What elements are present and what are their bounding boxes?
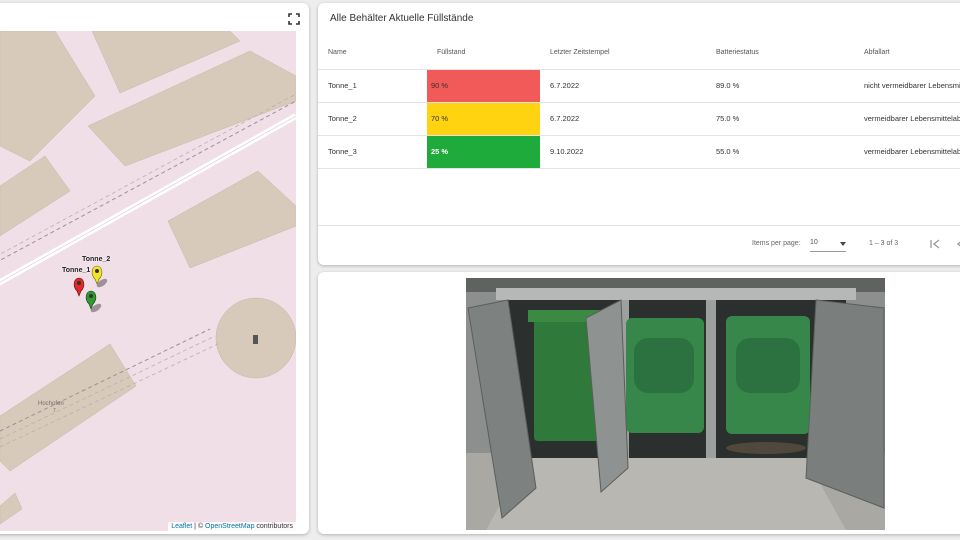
map-marker-tonne-3[interactable] bbox=[82, 290, 112, 320]
table-row[interactable]: Tonne_2 70 % 6.7.2022 75.0 % vermeidbarer Le… bbox=[318, 102, 960, 136]
column-header[interactable]: Name bbox=[318, 37, 427, 70]
marker-label-tonne-2: Tonne_2 bbox=[82, 256, 111, 263]
attribution-suffix: contributors bbox=[254, 523, 293, 530]
timestamp-cell: 9.10.2022 bbox=[540, 135, 706, 169]
name-cell: Tonne_1 bbox=[318, 69, 427, 103]
battery-cell: 55.0 % bbox=[706, 135, 854, 169]
column-header[interactable]: Füllstand bbox=[427, 37, 540, 70]
leaflet-link[interactable]: Leaflet bbox=[171, 523, 192, 530]
items-per-page-value: 10 bbox=[810, 239, 818, 246]
dashboard: Tonne_2 Tonne_1 Hochofen 7 Leaflet | © O… bbox=[0, 0, 960, 540]
fill-level-cell: 25 % bbox=[427, 135, 540, 169]
table-row[interactable]: Tonne_1 90 % 6.7.2022 89.0 % nicht vermeidba… bbox=[318, 69, 960, 103]
caret-down-icon bbox=[840, 242, 846, 246]
attribution-sep: | © bbox=[192, 523, 206, 530]
items-per-page-label: Items per page: bbox=[752, 240, 801, 247]
card-title: Alle Behälter Aktuelle Füllstände bbox=[330, 13, 474, 24]
fill-levels-table: Name Füllstand Letzter Zeitstempel Batte… bbox=[318, 37, 960, 169]
place-label: Hochofen bbox=[38, 401, 64, 407]
column-header[interactable]: Letzter Zeitstempel bbox=[540, 37, 706, 70]
fill-level-cell: 70 % bbox=[427, 102, 540, 136]
table-row[interactable]: Tonne_3 25 % 9.10.2022 55.0 % vermeidbarer L… bbox=[318, 135, 960, 169]
photo-card bbox=[318, 272, 960, 534]
fullscreen-icon[interactable] bbox=[287, 12, 301, 26]
name-cell: Tonne_2 bbox=[318, 102, 427, 136]
paginator-divider bbox=[318, 225, 960, 226]
items-per-page-select[interactable]: 10 bbox=[810, 235, 846, 252]
table-header-row: Name Füllstand Letzter Zeitstempel Batte… bbox=[318, 37, 960, 70]
waste-type-cell: vermeidbarer Lebensmittelabfall bbox=[854, 102, 960, 136]
bin-3 bbox=[726, 316, 810, 434]
map-tiles bbox=[0, 31, 296, 531]
battery-cell: 75.0 % bbox=[706, 102, 854, 136]
fill-levels-card: Alle Behälter Aktuelle Füllstände Name F… bbox=[318, 3, 960, 265]
osm-link[interactable]: OpenStreetMap bbox=[205, 523, 254, 530]
map-card: Tonne_2 Tonne_1 Hochofen 7 Leaflet | © O… bbox=[0, 3, 309, 534]
timestamp-cell: 6.7.2022 bbox=[540, 102, 706, 136]
bins-photo bbox=[466, 278, 885, 530]
page-range: 1 – 3 of 3 bbox=[869, 240, 899, 247]
first-page-icon[interactable] bbox=[928, 237, 942, 251]
map-attribution: Leaflet | © OpenStreetMap contributors bbox=[168, 522, 296, 531]
map[interactable]: Tonne_2 Tonne_1 Hochofen 7 Leaflet | © O… bbox=[0, 31, 296, 531]
name-cell: Tonne_3 bbox=[318, 135, 427, 169]
bin-2 bbox=[626, 318, 704, 433]
timestamp-cell: 6.7.2022 bbox=[540, 69, 706, 103]
column-header[interactable]: Batteriestatus bbox=[706, 37, 854, 70]
waste-type-cell: vermeidbarer Lebensmittelabfall bbox=[854, 135, 960, 169]
battery-cell: 89.0 % bbox=[706, 69, 854, 103]
marker-label-tonne-1: Tonne_1 bbox=[62, 267, 91, 274]
waste-type-cell: nicht vermeidbarer Lebensmittelabfall bbox=[854, 69, 960, 103]
column-header[interactable]: Abfallart bbox=[854, 37, 960, 70]
place-sublabel: 7 bbox=[53, 408, 56, 414]
chevron-left-icon[interactable] bbox=[954, 237, 960, 251]
fill-level-cell: 90 % bbox=[427, 69, 540, 103]
